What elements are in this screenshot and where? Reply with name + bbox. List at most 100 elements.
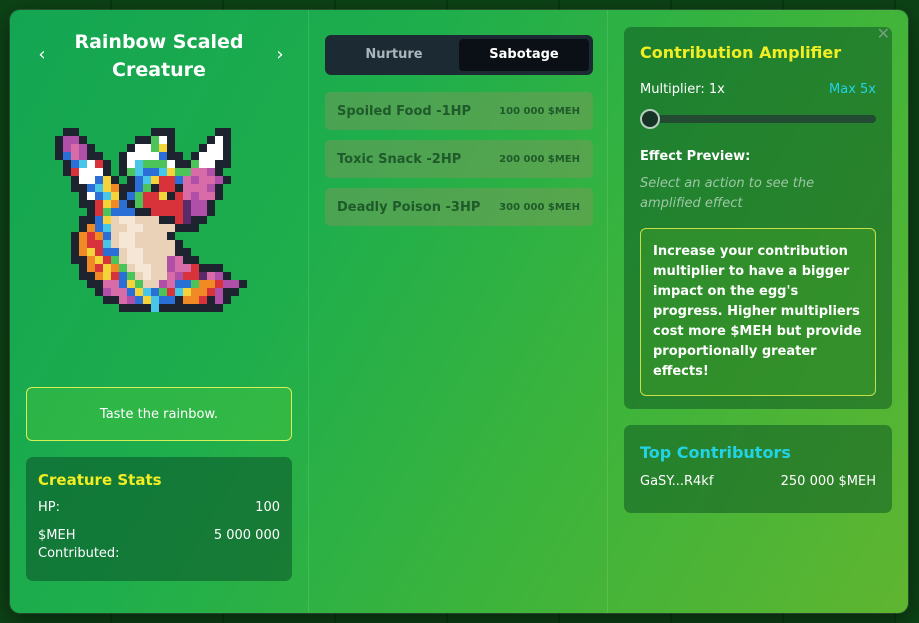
sprite-pixel — [207, 168, 215, 176]
sprite-pixel — [183, 224, 191, 232]
sprite-pixel — [215, 184, 223, 192]
sprite-pixel — [223, 160, 231, 168]
sprite-pixel — [135, 256, 143, 264]
sprite-pixel — [207, 136, 215, 144]
sprite-pixel — [79, 264, 87, 272]
sprite-pixel — [95, 176, 103, 184]
sprite-pixel — [183, 160, 191, 168]
sprite-pixel — [199, 176, 207, 184]
sprite-pixel — [167, 304, 175, 312]
sprite-pixel — [103, 288, 111, 296]
sprite-pixel — [175, 256, 183, 264]
tab-nurture[interactable]: Nurture — [329, 39, 459, 71]
sprite-pixel — [111, 240, 119, 248]
action-name: Toxic Snack -2HP — [337, 151, 462, 167]
multiplier-slider[interactable] — [640, 109, 876, 129]
sprite-pixel — [167, 288, 175, 296]
sprite-pixel — [119, 240, 127, 248]
sprite-pixel — [135, 176, 143, 184]
sprite-pixel — [127, 288, 135, 296]
sprite-pixel — [151, 168, 159, 176]
sprite-pixel — [143, 288, 151, 296]
sprite-pixel — [175, 296, 183, 304]
creature-panel: ‹ Rainbow Scaled Creature › Taste the ra… — [10, 10, 308, 613]
contribution-amplifier: Contribution Amplifier Multiplier: 1x Ma… — [624, 27, 892, 409]
sprite-pixel — [143, 264, 151, 272]
sprite-pixel — [71, 144, 79, 152]
sprite-pixel — [207, 184, 215, 192]
sprite-pixel — [87, 248, 95, 256]
sprite-pixel — [63, 168, 71, 176]
action-panel: Nurture Sabotage Spoiled Food -1HP 100 0… — [308, 10, 608, 613]
multiplier-max-label: Max 5x — [829, 82, 876, 97]
sprite-pixel — [111, 280, 119, 288]
sprite-pixel — [191, 304, 199, 312]
sprite-pixel — [119, 208, 127, 216]
sprite-pixel — [71, 160, 79, 168]
slider-thumb[interactable] — [640, 109, 660, 129]
action-name: Spoiled Food -1HP — [337, 103, 472, 119]
sprite-pixel — [151, 256, 159, 264]
sprite-pixel — [79, 216, 87, 224]
sprite-pixel — [183, 200, 191, 208]
sprite-pixel — [119, 296, 127, 304]
sprite-pixel — [127, 256, 135, 264]
sprite-pixel — [151, 136, 159, 144]
sprite-pixel — [151, 224, 159, 232]
sprite-pixel — [167, 264, 175, 272]
sprite-pixel — [159, 144, 167, 152]
sprite-pixel — [191, 176, 199, 184]
sprite-pixel — [119, 232, 127, 240]
sprite-pixel — [183, 304, 191, 312]
sprite-pixel — [199, 296, 207, 304]
sprite-pixel — [79, 240, 87, 248]
sprite-pixel — [143, 296, 151, 304]
sprite-pixel — [159, 168, 167, 176]
sprite-pixel — [63, 152, 71, 160]
sprite-pixel — [103, 272, 111, 280]
chevron-left-icon[interactable]: ‹ — [32, 44, 52, 65]
sprite-pixel — [207, 144, 215, 152]
sprite-pixel — [191, 288, 199, 296]
sprite-pixel — [143, 240, 151, 248]
sprite-pixel — [71, 136, 79, 144]
sprite-pixel — [151, 144, 159, 152]
sprite-pixel — [111, 232, 119, 240]
amplifier-heading: Contribution Amplifier — [640, 43, 842, 62]
sprite-pixel — [143, 136, 151, 144]
sprite-pixel — [167, 136, 175, 144]
sprite-pixel — [87, 184, 95, 192]
sprite-pixel — [135, 216, 143, 224]
slider-track[interactable] — [640, 115, 876, 123]
sprite-pixel — [151, 216, 159, 224]
action-deadly-poison[interactable]: Deadly Poison -3HP 300 000 $MEH — [325, 188, 593, 226]
sprite-pixel — [63, 144, 71, 152]
sprite-pixel — [103, 264, 111, 272]
action-name: Deadly Poison -3HP — [337, 199, 481, 215]
sprite-pixel — [103, 184, 111, 192]
sprite-pixel — [79, 152, 87, 160]
sprite-pixel — [103, 208, 111, 216]
chevron-right-icon[interactable]: › — [270, 44, 290, 65]
sprite-pixel — [183, 256, 191, 264]
sprite-pixel — [183, 208, 191, 216]
stats-heading: Creature Stats — [38, 471, 162, 489]
sprite-pixel — [175, 224, 183, 232]
sprite-pixel — [207, 152, 215, 160]
sprite-pixel — [111, 208, 119, 216]
sprite-pixel — [167, 240, 175, 248]
sprite-pixel — [167, 160, 175, 168]
action-toxic-snack[interactable]: Toxic Snack -2HP 200 000 $MEH — [325, 140, 593, 178]
sprite-pixel — [127, 248, 135, 256]
sprite-pixel — [127, 184, 135, 192]
sprite-pixel — [231, 288, 239, 296]
sprite-pixel — [87, 176, 95, 184]
sprite-pixel — [95, 200, 103, 208]
tab-sabotage[interactable]: Sabotage — [459, 39, 589, 71]
sprite-pixel — [159, 272, 167, 280]
sprite-pixel — [111, 264, 119, 272]
sprite-pixel — [111, 192, 119, 200]
sprite-pixel — [239, 280, 247, 288]
action-spoiled-food[interactable]: Spoiled Food -1HP 100 000 $MEH — [325, 92, 593, 130]
sprite-pixel — [159, 208, 167, 216]
